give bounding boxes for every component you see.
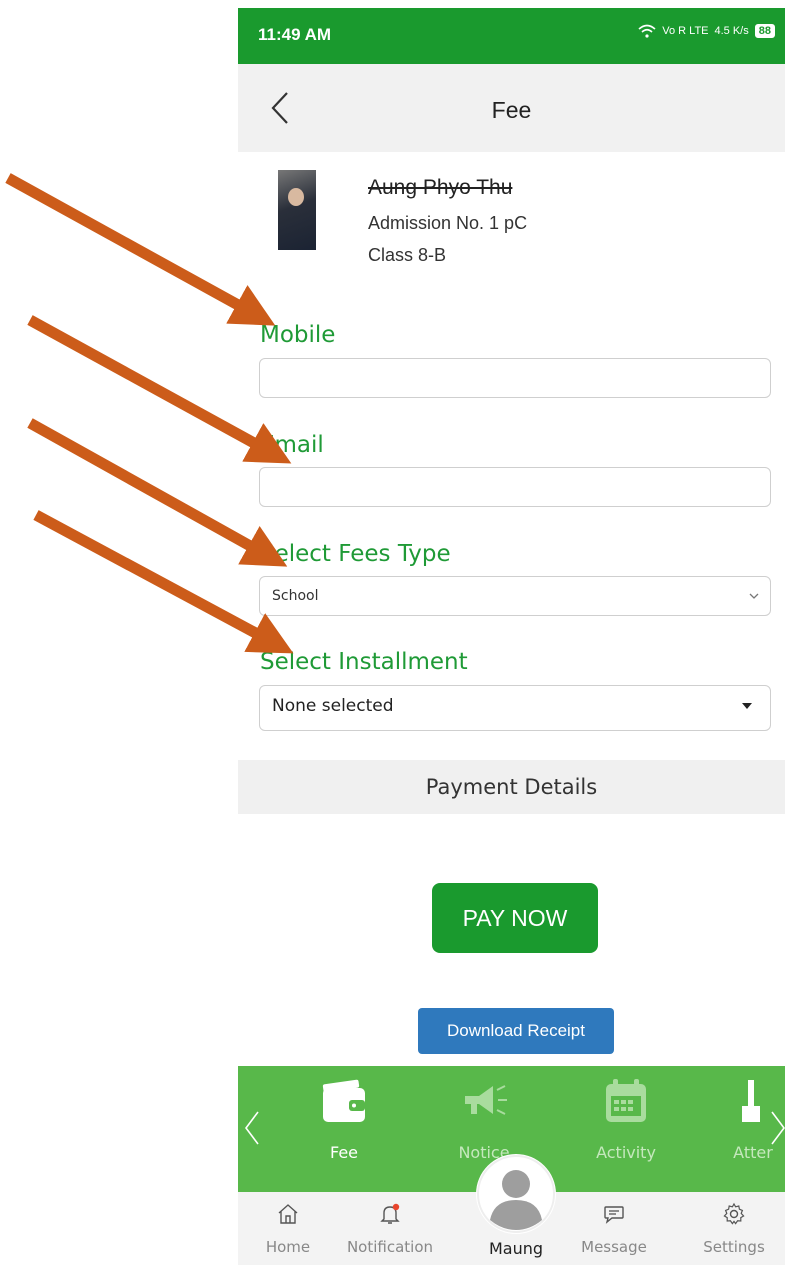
chevron-down-icon <box>749 593 759 599</box>
arrow-fees-type <box>27 418 288 567</box>
nav-label-notification: Notification <box>346 1238 434 1256</box>
profile-avatar-button[interactable] <box>476 1154 556 1234</box>
network-label: Vo R LTE <box>662 25 709 37</box>
student-photo <box>278 170 316 250</box>
email-input[interactable] <box>260 468 770 506</box>
nav-item-home[interactable]: Home <box>238 1192 338 1265</box>
status-icons: Vo R LTE 4.5 K/s 88 <box>638 24 775 38</box>
megaphone-icon <box>465 1085 507 1115</box>
wallet-icon <box>322 1079 365 1122</box>
nav-item-message[interactable]: Message <box>564 1192 664 1265</box>
wifi-icon <box>638 24 656 38</box>
nav-label-message: Message <box>581 1238 647 1256</box>
status-time: 11:49 AM <box>258 25 332 44</box>
carousel-label-activity: Activity <box>596 1143 656 1162</box>
admission-number: Admission No. 1 pC <box>368 213 528 233</box>
installment-select[interactable]: None selected <box>259 685 771 731</box>
mobile-label: Mobile <box>260 322 336 348</box>
page-title: Fee <box>491 97 532 123</box>
mobile-field-box <box>259 358 771 398</box>
nav-item-settings[interactable]: Settings <box>684 1192 784 1265</box>
carousel-prev-icon[interactable] <box>242 1108 262 1148</box>
back-arrow-icon <box>271 92 288 124</box>
nav-label-home: Home <box>265 1238 311 1256</box>
installment-value: None selected <box>272 696 394 716</box>
email-field-box <box>259 467 771 507</box>
student-name: Aung Phyo Thu <box>368 176 513 199</box>
nav-label-profile: Maung <box>488 1239 544 1258</box>
mobile-input[interactable] <box>260 359 770 397</box>
phone-screen: 11:49 AM Vo R LTE 4.5 K/s 88 Fee Aung Ph… <box>238 8 785 1265</box>
carousel-item-fee[interactable]: Fee <box>289 1066 399 1192</box>
fees-type-label: Select Fees Type <box>260 541 451 567</box>
home-icon <box>278 1204 298 1224</box>
nav-label-settings: Settings <box>703 1238 765 1256</box>
status-bar: 11:49 AM Vo R LTE 4.5 K/s 88 <box>238 8 785 64</box>
carousel-next-icon[interactable] <box>768 1108 785 1148</box>
arrow-mobile <box>5 173 276 326</box>
student-class: Class 8-B <box>368 245 447 265</box>
carousel-label-fee: Fee <box>329 1143 358 1162</box>
speed-label: 4.5 K/s <box>714 25 749 37</box>
payment-details-header: Payment Details <box>238 760 785 814</box>
app-header: Fee <box>238 64 785 152</box>
fees-type-select[interactable]: School <box>259 576 771 616</box>
pay-now-button[interactable]: PAY NOW <box>432 883 598 953</box>
battery-icon: 88 <box>754 24 775 38</box>
carousel-item-activity[interactable]: Activity <box>571 1066 681 1192</box>
email-label: Email <box>260 432 324 458</box>
user-avatar-icon <box>477 1155 555 1233</box>
fees-type-value: School <box>272 588 319 604</box>
installment-label: Select Installment <box>260 649 468 675</box>
bell-icon <box>380 1203 400 1224</box>
calendar-icon <box>606 1079 646 1122</box>
chat-icon <box>604 1206 624 1224</box>
download-receipt-button[interactable]: Download Receipt <box>418 1008 614 1054</box>
back-button[interactable] <box>260 86 300 130</box>
caret-down-icon <box>742 703 752 709</box>
gear-icon <box>723 1202 745 1225</box>
nav-item-notification[interactable]: Notification <box>340 1192 440 1265</box>
